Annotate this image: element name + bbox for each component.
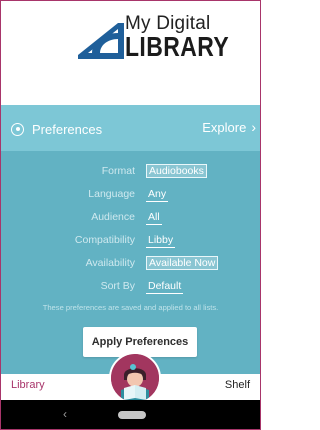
- library-logo-icon: [78, 23, 124, 59]
- pref-label: Format: [101, 165, 135, 177]
- libby-avatar-button[interactable]: [109, 352, 161, 404]
- pref-label: Availability: [85, 257, 135, 269]
- explore-link[interactable]: Explore ›: [202, 119, 256, 135]
- preferences-note: These preferences are saved and applied …: [42, 303, 219, 312]
- pref-label: Sort By: [100, 280, 135, 292]
- pref-value-compatibility[interactable]: Libby: [146, 233, 176, 248]
- pref-value-language[interactable]: Any: [146, 187, 169, 202]
- preferences-toggle[interactable]: Preferences: [11, 119, 102, 139]
- preferences-dot-icon: [11, 122, 24, 136]
- libby-reader-icon: [111, 354, 159, 402]
- pref-row-compatibility: Compatibility Libby: [1, 234, 260, 252]
- pref-value-audience[interactable]: All: [146, 210, 162, 225]
- nav-library[interactable]: Library: [11, 379, 45, 391]
- preferences-label: Preferences: [32, 121, 103, 137]
- logo-text-library: LIBRARY: [125, 31, 230, 62]
- pref-row-language: Language Any: [1, 188, 260, 206]
- pref-row-audience: Audience All: [1, 211, 260, 229]
- system-navigation-bar: ‹: [1, 400, 260, 429]
- pref-row-format: Format Audiobooks: [1, 164, 260, 183]
- pref-value-format[interactable]: Audiobooks: [146, 164, 207, 178]
- nav-shelf[interactable]: Shelf: [225, 379, 250, 391]
- pref-row-availability: Availability Available Now: [1, 256, 260, 275]
- library-logo-area: My Digital LIBRARY: [1, 1, 260, 105]
- pref-label: Language: [88, 188, 135, 200]
- system-back-icon[interactable]: ‹: [63, 407, 67, 421]
- pref-row-sort-by: Sort By Default: [1, 280, 260, 298]
- pref-value-availability[interactable]: Available Now: [146, 256, 219, 270]
- preferences-panel: Format Audiobooks Language Any Audience …: [1, 151, 260, 374]
- pref-label: Audience: [91, 211, 135, 223]
- explore-label: Explore: [202, 119, 247, 135]
- system-home-icon[interactable]: [118, 411, 146, 419]
- pref-value-sort-by[interactable]: Default: [146, 279, 184, 294]
- preferences-header: Preferences Explore ›: [1, 105, 260, 151]
- pref-label: Compatibility: [74, 234, 135, 246]
- app-frame: My Digital LIBRARY Preferences Explore ›…: [0, 0, 261, 430]
- chevron-right-icon: ›: [251, 119, 256, 135]
